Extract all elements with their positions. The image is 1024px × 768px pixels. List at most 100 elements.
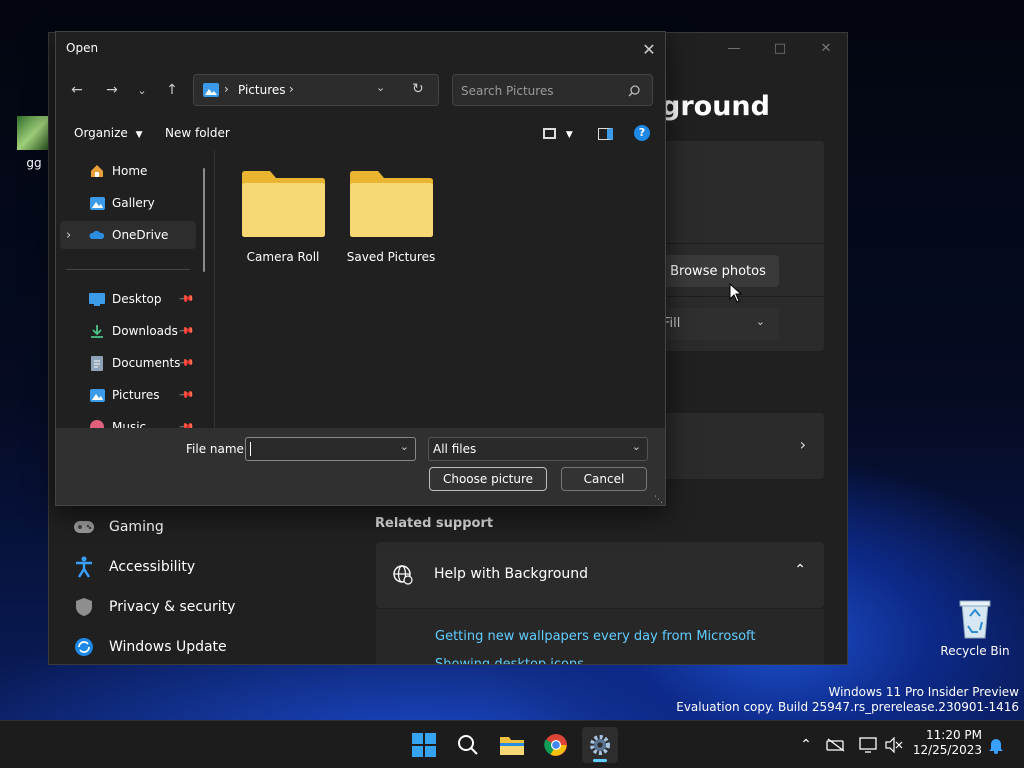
network-disconnected-icon xyxy=(826,738,845,752)
nav-documents[interactable]: Documents 📌 xyxy=(56,349,196,377)
file-explorer-icon xyxy=(500,737,524,755)
cancel-button[interactable]: Cancel xyxy=(561,467,647,491)
chevron-right-icon: › xyxy=(799,435,806,454)
file-type-value: All files xyxy=(433,442,477,456)
image-thumbnail-icon xyxy=(17,116,51,150)
nav-scrollbar[interactable] xyxy=(203,168,205,272)
onedrive-icon xyxy=(88,227,106,243)
volume-tray-icon[interactable] xyxy=(884,735,904,755)
nav-label: Gaming xyxy=(109,519,164,535)
monitor-icon xyxy=(859,737,877,753)
folder-icon xyxy=(242,171,325,237)
nav-music[interactable]: Music 📌 xyxy=(56,413,196,428)
nav-home[interactable]: Home xyxy=(56,157,196,185)
gamepad-icon xyxy=(73,516,95,538)
new-folder-button[interactable]: New folder xyxy=(165,126,230,140)
browse-photos-button[interactable]: Browse photos xyxy=(657,255,779,287)
expand-chevron-icon[interactable]: › xyxy=(66,228,71,243)
refresh-icon[interactable]: ↻ xyxy=(412,81,424,97)
up-button[interactable]: ↑ xyxy=(159,78,185,102)
settings-minimize-button[interactable]: — xyxy=(720,41,748,61)
recycle-bin[interactable]: Recycle Bin xyxy=(940,598,1010,658)
help-link-desktop-icons[interactable]: Showing desktop icons xyxy=(435,657,584,664)
address-dropdown-icon[interactable]: ⌄ xyxy=(376,81,385,94)
gear-icon xyxy=(590,735,610,755)
choose-picture-button[interactable]: Choose picture xyxy=(429,467,547,491)
evaluation-watermark: Windows 11 Pro Insider Preview Evaluatio… xyxy=(676,685,1019,715)
file-explorer-taskbar-button[interactable] xyxy=(494,727,530,763)
document-icon xyxy=(88,355,106,371)
help-with-background-card[interactable]: Help with Background ⌃ xyxy=(376,542,824,608)
network-tray-icon[interactable] xyxy=(826,735,846,755)
watermark-line2: Evaluation copy. Build 25947.rs_prerelea… xyxy=(676,700,1019,714)
nav-gaming[interactable]: Gaming xyxy=(73,509,164,545)
file-name-input[interactable]: ⌄ xyxy=(245,437,416,461)
recent-locations-button[interactable]: ⌄ xyxy=(132,78,152,102)
help-icon: ? xyxy=(634,125,650,141)
settings-maximize-button[interactable]: □ xyxy=(766,41,794,61)
volume-muted-icon xyxy=(885,737,903,753)
clock-time: 11:20 PM xyxy=(926,728,982,742)
nav-item-label: OneDrive xyxy=(112,228,169,242)
settings-close-button[interactable]: ✕ xyxy=(812,41,840,61)
dialog-title: Open xyxy=(66,41,99,55)
forward-button[interactable]: → xyxy=(99,78,125,102)
caret-down-icon: ▼ xyxy=(565,130,573,140)
arrow-up-icon: ↑ xyxy=(166,82,178,98)
search-input[interactable]: Search Pictures xyxy=(452,74,653,106)
desktop-icon-label: gg xyxy=(26,156,42,170)
display-tray-icon[interactable] xyxy=(858,735,878,755)
address-bar[interactable]: › Pictures › ⌄ ↻ xyxy=(193,74,439,106)
start-button[interactable] xyxy=(406,727,442,763)
clock[interactable]: 11:20 PM 12/25/2023 xyxy=(910,728,982,758)
folder-saved-pictures[interactable]: Saved Pictures xyxy=(346,170,436,264)
chevron-down-icon: ⌄ xyxy=(755,315,765,328)
chrome-taskbar-button[interactable] xyxy=(538,727,574,763)
nav-privacy-security[interactable]: Privacy & security xyxy=(73,589,235,625)
pin-icon: 📌 xyxy=(177,322,195,340)
help-button[interactable]: ? xyxy=(634,125,650,141)
chevron-down-icon: ⌄ xyxy=(631,440,641,453)
dialog-close-button[interactable]: ✕ xyxy=(636,38,662,60)
nav-accessibility[interactable]: Accessibility xyxy=(73,549,195,585)
nav-downloads[interactable]: Downloads 📌 xyxy=(56,317,196,345)
notifications-button[interactable] xyxy=(986,735,1006,755)
taskbar: ⌃ 11:20 PM 12/25/2023 xyxy=(0,720,1024,768)
recycle-bin-label: Recycle Bin xyxy=(940,644,1010,658)
nav-windows-update[interactable]: Windows Update xyxy=(73,629,227,664)
nav-divider xyxy=(66,269,190,270)
clock-date: 12/25/2023 xyxy=(912,743,982,757)
open-file-dialog: Open ✕ ← → ⌄ ↑ › Pictures › ⌄ ↻ Search P… xyxy=(55,31,666,506)
watermark-line1: Windows 11 Pro Insider Preview xyxy=(828,685,1019,699)
chevron-down-icon[interactable]: ⌄ xyxy=(400,440,409,453)
settings-taskbar-button[interactable] xyxy=(582,727,618,763)
help-with-background-label: Help with Background xyxy=(434,566,589,582)
show-hidden-icons-button[interactable]: ⌃ xyxy=(796,735,816,755)
nav-label: Accessibility xyxy=(109,559,196,575)
back-button[interactable]: ← xyxy=(64,78,90,102)
breadcrumb-pictures[interactable]: Pictures xyxy=(238,83,286,97)
nav-onedrive[interactable]: › OneDrive xyxy=(60,221,196,249)
preview-pane-button[interactable] xyxy=(598,126,613,140)
help-link-wallpapers[interactable]: Getting new wallpapers every day from Mi… xyxy=(435,629,756,644)
breadcrumb-separator: › xyxy=(289,82,294,96)
nav-gallery[interactable]: Gallery xyxy=(56,189,196,217)
nav-item-label: Desktop xyxy=(112,292,162,306)
music-icon xyxy=(88,419,106,428)
bell-icon xyxy=(989,739,1003,754)
nav-item-label: Home xyxy=(112,164,148,178)
organize-button[interactable]: Organize ▼ xyxy=(74,126,143,140)
nav-pictures[interactable]: Pictures 📌 xyxy=(56,381,196,409)
file-type-select[interactable]: All files ⌄ xyxy=(428,437,648,461)
nav-desktop[interactable]: Desktop 📌 xyxy=(56,285,196,313)
nav-item-label: Gallery xyxy=(112,196,155,210)
nav-label: Privacy & security xyxy=(109,599,236,615)
folder-camera-roll[interactable]: Camera Roll xyxy=(238,170,328,264)
pin-icon: 📌 xyxy=(177,386,195,404)
search-taskbar-button[interactable] xyxy=(450,727,486,763)
view-mode-button[interactable]: ▼ xyxy=(543,126,573,140)
folder-icon xyxy=(350,171,433,237)
resize-grip-icon[interactable]: ⋱ xyxy=(654,495,663,505)
shield-icon xyxy=(73,596,95,618)
update-icon xyxy=(73,636,95,658)
